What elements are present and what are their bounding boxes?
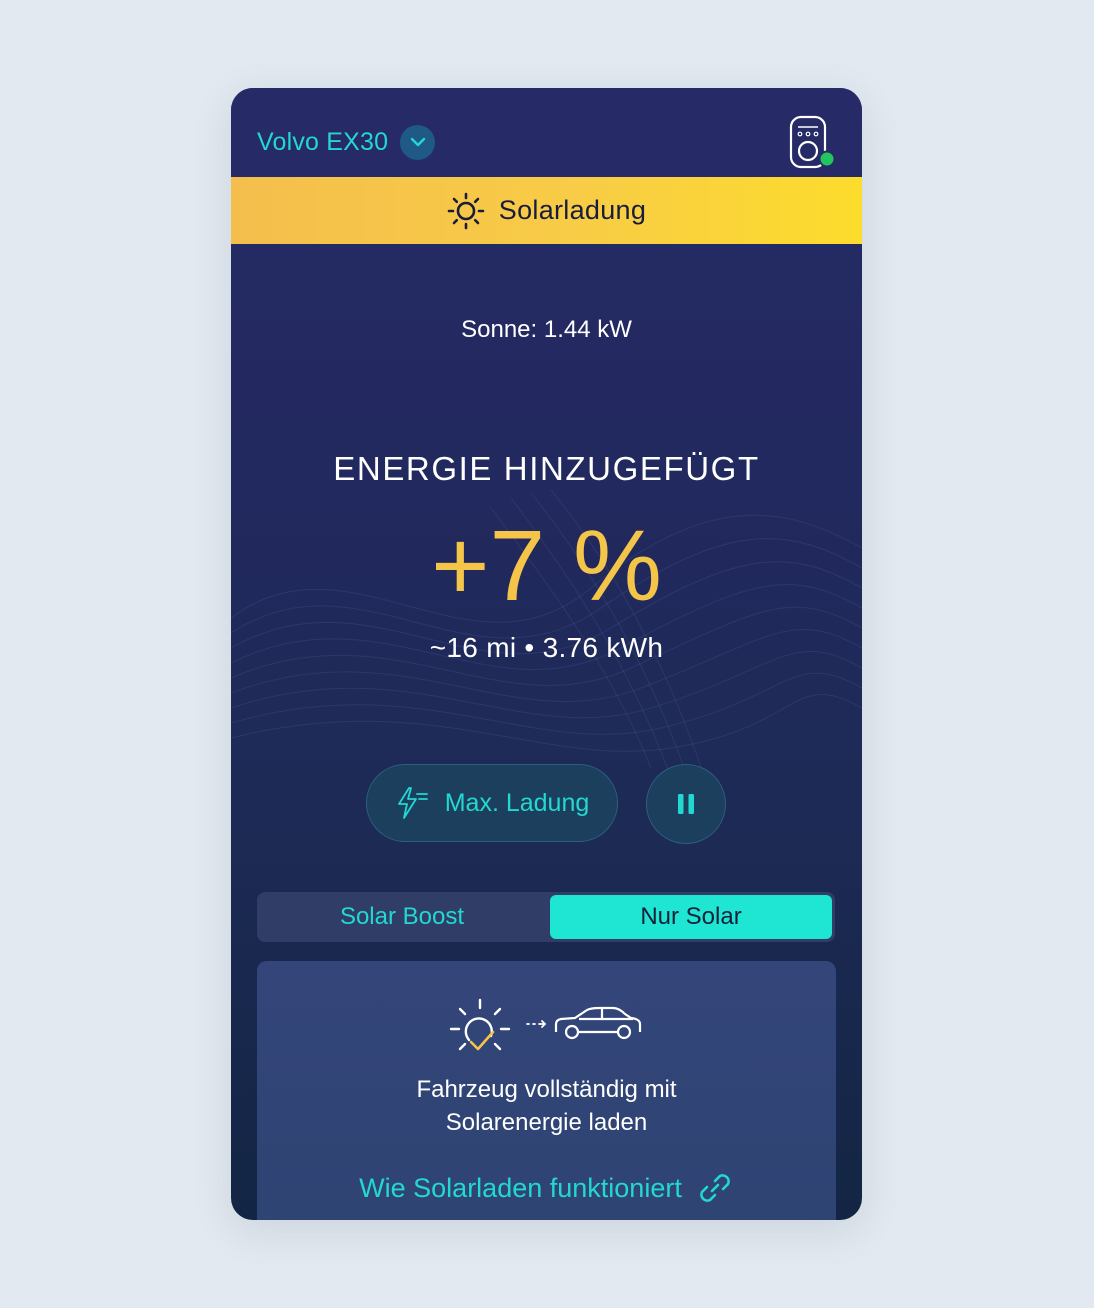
mode-option-solar-boost[interactable]: Solar Boost (260, 895, 544, 939)
sun-icon (447, 192, 485, 229)
info-description: Fahrzeug vollständig mit Solarenergie la… (416, 1076, 677, 1136)
chevron-down-icon[interactable] (400, 124, 436, 160)
vehicle-name: Volvo EX30 (257, 127, 389, 156)
energy-added-title: ENERGIE HINZUGEFÜGT (333, 450, 760, 487)
how-solar-charging-works-link[interactable]: Wie Solarladen funktioniert (257, 1169, 836, 1207)
info-link-label: Wie Solarladen funktioniert (359, 1172, 682, 1203)
phone-screen: Volvo EX30 Solarladung Sonne: 1.44 kW EN… (231, 88, 862, 1220)
app-header: Volvo EX30 (231, 88, 862, 177)
vehicle-selector[interactable]: Volvo EX30 (257, 124, 436, 160)
pause-button[interactable] (646, 764, 726, 844)
fast-charge-icon (397, 787, 428, 819)
energy-added-details: ~16 mi • 3.76 kWh (429, 632, 664, 663)
charge-mode-toggle: Solar Boost Nur Solar (257, 892, 835, 942)
pause-icon (678, 794, 694, 814)
banner-label: Solarladung (498, 195, 647, 225)
charger-status-dot (818, 150, 836, 168)
wallbox-charger-icon[interactable] (787, 114, 837, 172)
max-charge-button[interactable]: Max. Ladung (366, 764, 618, 842)
solar-info-card: Fahrzeug vollständig mit Solarenergie la… (257, 961, 836, 1220)
sun-to-car-icon (449, 998, 642, 1051)
solar-charging-banner: Solarladung (231, 177, 862, 244)
max-charge-label: Max. Ladung (444, 788, 590, 817)
energy-added-value: +7 % (431, 510, 662, 622)
link-icon (699, 1174, 730, 1202)
sun-power-readout: Sonne: 1.44 kW (461, 316, 632, 343)
mode-option-nur-solar[interactable]: Nur Solar (550, 895, 832, 939)
